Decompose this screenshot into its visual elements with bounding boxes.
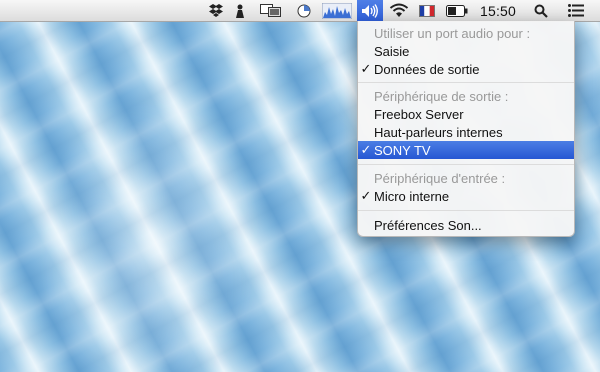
menu-separator [358,82,574,83]
menu-bar: 15:50 [0,0,600,22]
sound-menu: Utiliser un port audio pour : Saisie ✓ Do… [357,21,575,237]
menubar-clock[interactable]: 15:50 [476,0,520,21]
menu-separator [358,164,574,165]
checkmark-icon: ✓ [360,188,372,203]
menu-header-output-device: Périphérique de sortie : [374,88,509,104]
menu-header-input-device: Périphérique d'entrée : [374,170,506,186]
menu-item-saisie[interactable]: Saisie [358,42,574,60]
dropbox-icon[interactable] [207,0,225,21]
menu-item-donnees-de-sortie[interactable]: ✓ Données de sortie [358,60,574,78]
menu-item-haut-parleurs-internes[interactable]: Haut-parleurs internes [358,123,574,141]
menu-item-sony-tv[interactable]: ✓ SONY TV [358,141,574,159]
menu-item-freebox-server[interactable]: Freebox Server [358,105,574,123]
menu-separator [358,210,574,211]
checkmark-icon: ✓ [360,142,372,157]
wifi-icon[interactable] [387,0,411,21]
checkmark-icon: ✓ [360,61,372,76]
notification-center-icon[interactable] [565,0,587,21]
menu-item-preferences-son[interactable]: Préférences Son... [358,216,574,234]
person-icon[interactable] [232,0,248,21]
activity-monitor-icon[interactable] [320,0,354,21]
menu-header-audio-port: Utiliser un port audio pour : [374,25,531,41]
battery-icon[interactable] [445,0,469,21]
french-flag-icon[interactable] [417,0,437,21]
screen-sharing-icon[interactable] [258,0,284,21]
time-machine-icon[interactable] [295,0,313,21]
spotlight-icon[interactable] [531,0,551,21]
menu-item-micro-interne[interactable]: ✓ Micro interne [358,187,574,205]
volume-icon[interactable] [357,0,383,21]
